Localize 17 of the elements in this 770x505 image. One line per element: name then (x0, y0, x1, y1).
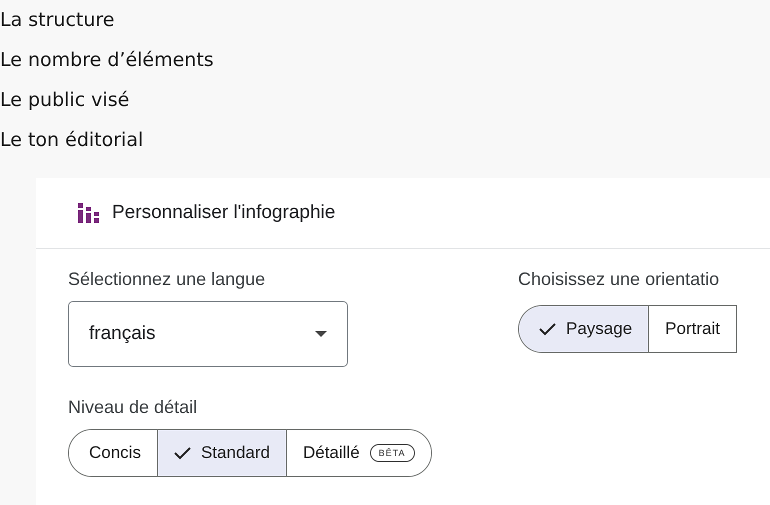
list-item: La structure (0, 8, 116, 33)
field-label: Niveau de détail (68, 396, 198, 419)
dropdown-caret-icon (315, 331, 327, 337)
list-item: Le nombre d’éléments (0, 48, 215, 73)
segment-button[interactable]: Standard (158, 430, 287, 476)
segment-button[interactable]: Concis (69, 430, 158, 476)
field-label: Choisissez une orientatio (518, 268, 720, 291)
list-item: Le public visé (0, 88, 130, 113)
beta-badge: BÊTA (370, 444, 415, 462)
segment-button[interactable]: Paysage (519, 306, 650, 352)
check-icon (539, 322, 556, 336)
list-item: Le ton éditorial (0, 128, 144, 153)
language-select[interactable]: français (68, 301, 348, 367)
bar-chart-icon (78, 203, 100, 223)
check-icon (174, 446, 191, 460)
field-label: Sélectionnez une langue (68, 268, 266, 291)
dialog-title: Personnaliser l'infographie (112, 202, 336, 224)
